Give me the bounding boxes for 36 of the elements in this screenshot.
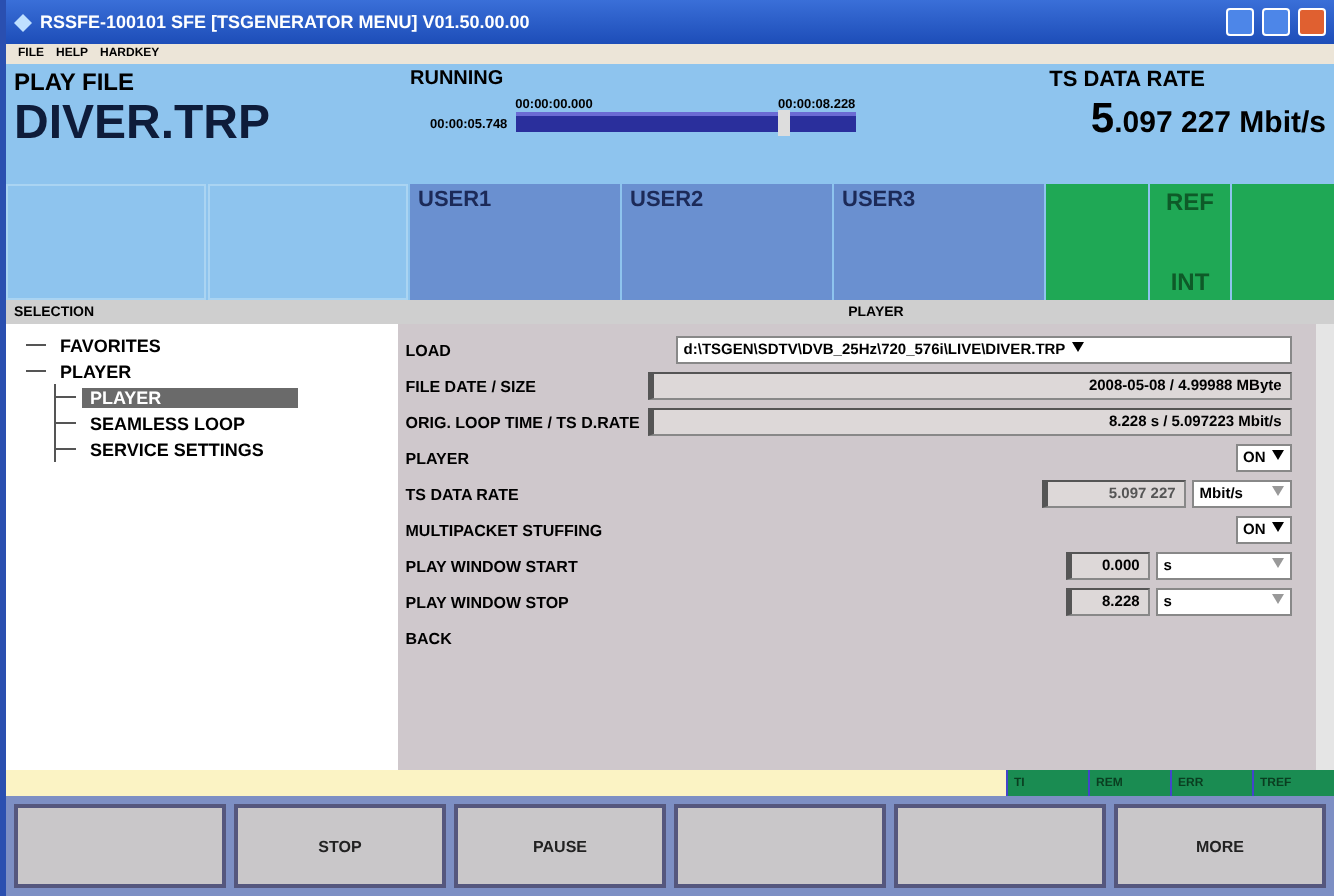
user-key[interactable]: USER2 xyxy=(622,184,832,300)
field-label: TS DATA RATE xyxy=(405,485,519,503)
app-icon xyxy=(14,13,32,31)
field-label: MULTIPACKET STUFFING xyxy=(405,521,603,539)
play-file-label: PLAY FILE xyxy=(14,68,137,96)
tree-item[interactable]: PLAYER xyxy=(52,361,140,381)
softkey[interactable]: STOP xyxy=(234,804,446,888)
field-label: ORIG. LOOP TIME / TS D.RATE xyxy=(405,413,640,431)
ref-value: INT xyxy=(1168,268,1212,296)
field-label: PLAYER xyxy=(405,449,469,467)
tree-item[interactable]: FAVORITES xyxy=(52,335,169,355)
maximize-button[interactable] xyxy=(1262,8,1290,36)
tree-item[interactable]: PLAYER xyxy=(82,387,298,407)
progress-handle[interactable] xyxy=(777,110,790,136)
file-name: DIVER.TRP xyxy=(14,96,273,152)
blank-softkey[interactable] xyxy=(674,804,886,888)
status-label: RUNNING xyxy=(410,68,506,90)
user-key[interactable]: USER3 xyxy=(834,184,1044,300)
close-button[interactable] xyxy=(1298,8,1326,36)
ref-label: REF xyxy=(1164,188,1216,216)
data-rate-label: TS DATA RATE xyxy=(1047,68,1207,92)
blank-softkey[interactable] xyxy=(894,804,1106,888)
softkey[interactable]: MORE xyxy=(1114,804,1326,888)
softkey[interactable]: PAUSE xyxy=(454,804,666,888)
blank-softkey[interactable] xyxy=(14,804,226,888)
field-label: PLAY WINDOW STOP xyxy=(405,593,569,611)
window-title: RSSFE-100101 SFE [TSGENERATOR MENU] V01.50.00.00 xyxy=(40,12,532,32)
field-label: BACK xyxy=(405,629,452,647)
field-label: LOAD xyxy=(405,341,451,359)
minimize-button[interactable] xyxy=(1226,8,1254,36)
field-label: FILE DATE / SIZE xyxy=(405,377,536,395)
data-rate-value: 5.097 227 Mbit/s xyxy=(1088,96,1326,144)
tree-item[interactable]: SERVICE SETTINGS xyxy=(82,439,272,459)
user-key[interactable]: USER1 xyxy=(410,184,620,300)
tree-item[interactable]: SEAMLESS LOOP xyxy=(82,413,254,433)
field-label: PLAY WINDOW START xyxy=(405,557,578,575)
